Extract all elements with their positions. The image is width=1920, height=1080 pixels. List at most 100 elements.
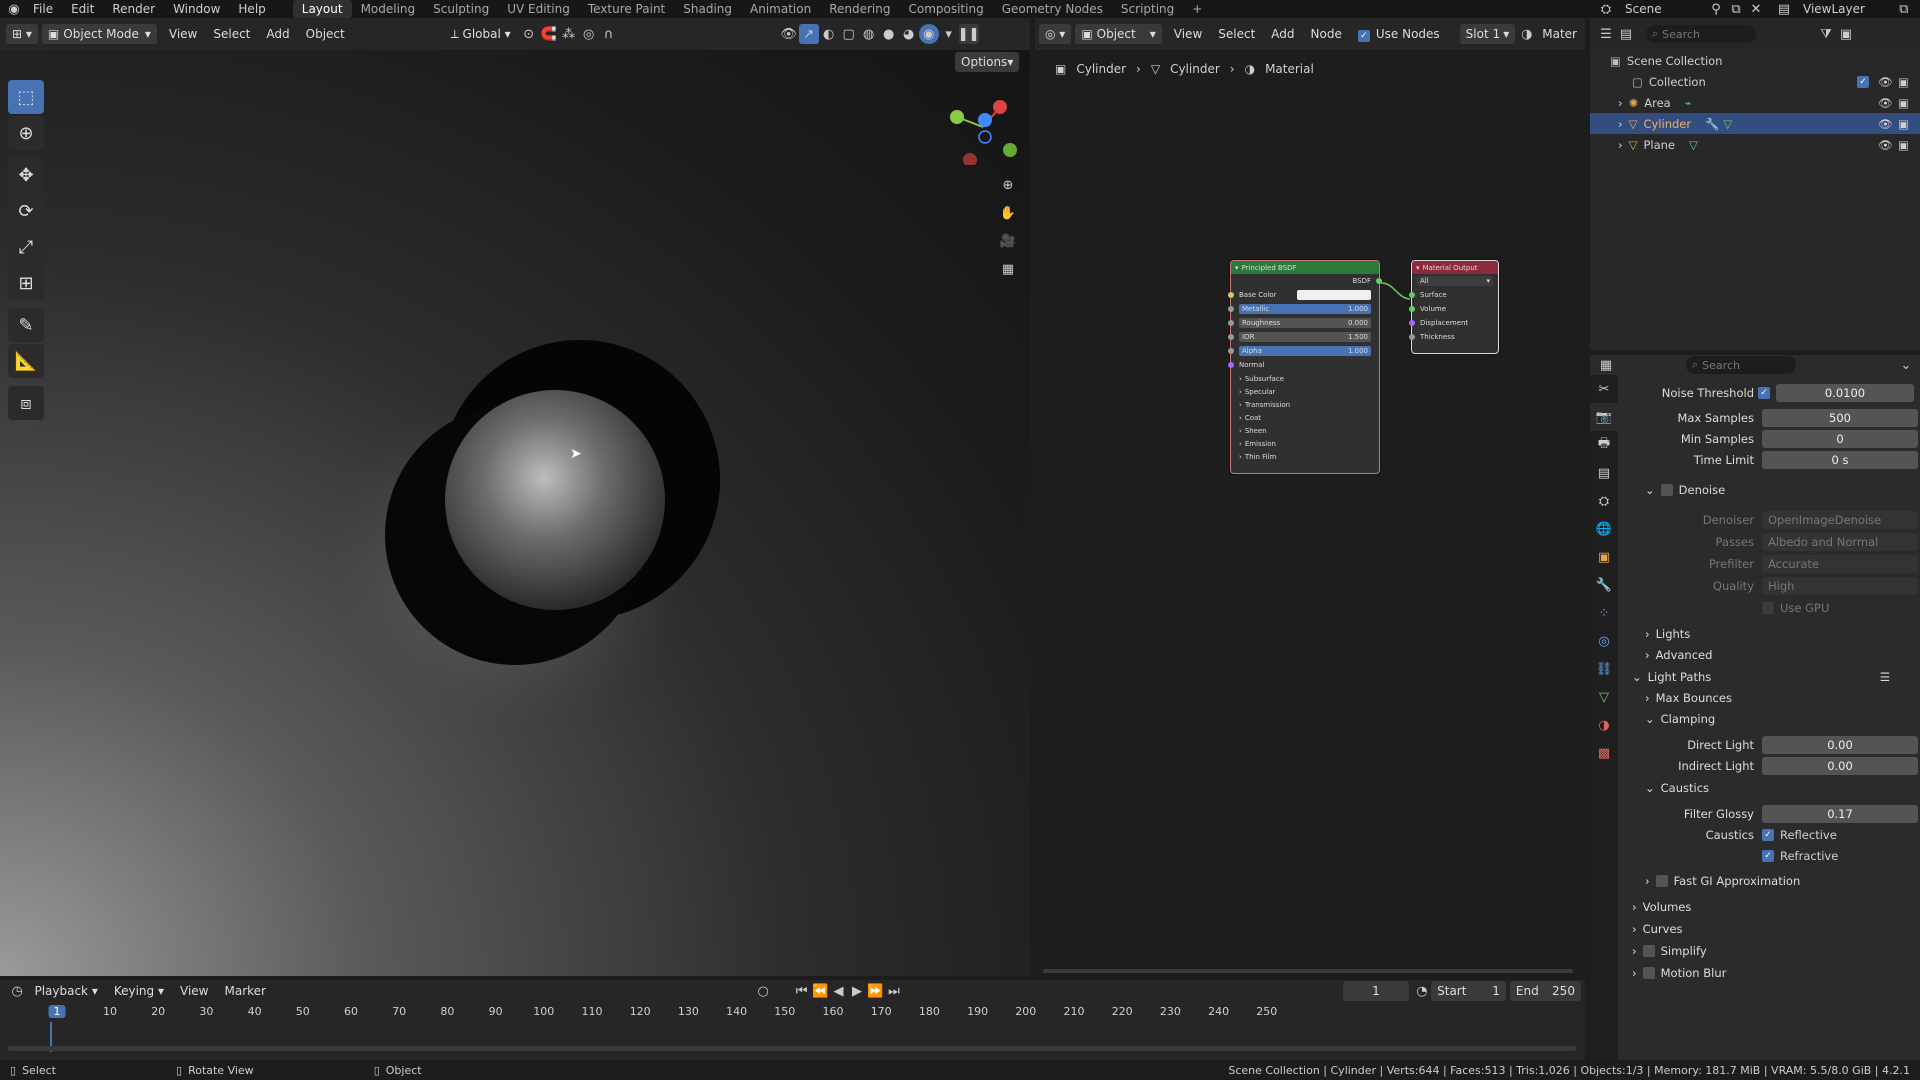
auto-key-icon[interactable]: ○ xyxy=(754,981,772,1001)
collection-exclude-checkbox[interactable]: ✓ xyxy=(1857,75,1869,88)
eye-icon[interactable]: 👁 xyxy=(1878,75,1893,89)
output-target-dropdown[interactable]: All ▾ xyxy=(1417,276,1493,286)
camera-view-icon[interactable]: 🎥 xyxy=(998,231,1018,251)
keying-menu[interactable]: Keying ▾ xyxy=(106,984,172,998)
delete-view-layer-icon[interactable]: ✕ xyxy=(1914,0,1920,19)
denoiser-dropdown[interactable]: OpenImageDenoise xyxy=(1762,511,1918,529)
rotate-tool[interactable]: ⟳ xyxy=(8,194,44,228)
outliner-row-area[interactable]: › ✺ Area ⌁ 👁 ▣ xyxy=(1590,92,1920,113)
node-menu-add[interactable]: Add xyxy=(1263,27,1302,41)
bsdf-node-header[interactable]: ▾ Principled BSDF xyxy=(1231,261,1379,274)
properties-editor-icon[interactable]: ▦ xyxy=(1596,355,1616,375)
principled-bsdf-node[interactable]: ▾ Principled BSDF BSDF Base Color Metalli… xyxy=(1228,260,1382,474)
displacement-socket[interactable] xyxy=(1409,320,1415,326)
material-icon[interactable]: ◑ xyxy=(1519,24,1534,44)
node-editor-scrollbar[interactable] xyxy=(1043,969,1573,973)
play-icon[interactable]: ▶ xyxy=(848,981,866,1001)
perspective-grid-icon[interactable]: ▦ xyxy=(998,259,1018,279)
material-selector[interactable]: Mater xyxy=(1534,27,1585,41)
timeline-view-menu[interactable]: View xyxy=(172,984,216,998)
falloff-icon[interactable]: ∩ xyxy=(599,24,619,44)
particles-tab-icon[interactable]: ⁘ xyxy=(1590,599,1618,627)
menu-file[interactable]: File xyxy=(24,0,62,18)
tool-tab-icon[interactable]: ✂ xyxy=(1590,375,1618,403)
move-tool[interactable]: ✥ xyxy=(8,158,44,192)
subsurface-panel[interactable]: › Subsurface xyxy=(1231,372,1379,385)
metallic-socket[interactable] xyxy=(1228,306,1234,312)
fast-gi-checkbox[interactable] xyxy=(1655,875,1668,887)
menu-window[interactable]: Window xyxy=(164,0,229,18)
physics-tab-icon[interactable]: ◎ xyxy=(1590,627,1618,655)
passes-dropdown[interactable]: Albedo and Normal xyxy=(1762,533,1918,551)
wireframe-shading-icon[interactable]: ◍ xyxy=(859,24,879,44)
pivot-icon[interactable]: ⊙ xyxy=(519,24,539,44)
tab-shading[interactable]: Shading xyxy=(674,0,741,18)
pause-render-icon[interactable]: ❚❚ xyxy=(958,24,980,44)
xray-icon[interactable]: ▢ xyxy=(839,24,859,44)
proportional-edit-icon[interactable]: ◎ xyxy=(579,24,599,44)
advanced-panel-header[interactable]: › Advanced xyxy=(1645,644,1712,666)
tab-modeling[interactable]: Modeling xyxy=(352,0,425,18)
clock-icon[interactable]: ◔ xyxy=(1413,981,1431,1001)
menu-edit[interactable]: Edit xyxy=(62,0,103,18)
node-menu-view[interactable]: View xyxy=(1166,27,1210,41)
current-frame-field[interactable]: 1 xyxy=(1343,981,1409,1001)
timeline-scrollbar[interactable] xyxy=(8,1046,1576,1051)
timeline[interactable]: ◷ Playback ▾ Keying ▾ View Marker ○ ⏮ ⏪ … xyxy=(0,980,1585,1060)
presets-list-icon[interactable]: ☰ xyxy=(1880,670,1890,684)
rendered-shading-icon[interactable]: ◉ xyxy=(918,24,939,44)
end-frame-field[interactable]: End 250 xyxy=(1509,981,1581,1001)
tab-layout[interactable]: Layout xyxy=(292,0,352,18)
node-editor[interactable]: ▣ Cylinder › ▽ Cylinder › ◑ Material ▾ Pr… xyxy=(1035,50,1585,976)
roughness-slider[interactable]: Roughness 0.000 xyxy=(1239,318,1371,328)
add-workspace-button[interactable]: + xyxy=(1183,0,1211,18)
collapse-icon[interactable]: ▾ xyxy=(1235,264,1239,272)
tab-compositing[interactable]: Compositing xyxy=(899,0,992,18)
outliner-row-plane[interactable]: › ▽ Plane ▽ 👁 ▣ xyxy=(1590,134,1920,155)
surface-socket[interactable] xyxy=(1409,292,1415,298)
base-color-swatch[interactable] xyxy=(1297,290,1371,300)
clamping-panel-header[interactable]: ⌄ Clamping xyxy=(1645,708,1715,730)
viewport-menu-add[interactable]: Add xyxy=(258,27,297,41)
node-menu-select[interactable]: Select xyxy=(1210,27,1263,41)
constraints-tab-icon[interactable]: ⛓ xyxy=(1590,655,1618,683)
ior-slider[interactable]: IOR 1.500 xyxy=(1239,332,1371,342)
denoise-checkbox[interactable] xyxy=(1660,484,1673,496)
chevron-right-icon[interactable]: › xyxy=(1618,96,1623,110)
outliner-row-cylinder[interactable]: › ▽ Cylinder 🔧 ▽ 👁 ▣ xyxy=(1590,113,1920,134)
solid-shading-icon[interactable]: ● xyxy=(879,24,899,44)
camera-icon[interactable]: ▣ xyxy=(1898,138,1909,152)
volume-socket[interactable] xyxy=(1409,306,1415,312)
camera-icon[interactable]: ▣ xyxy=(1898,75,1909,89)
eye-icon[interactable]: 👁 xyxy=(1878,138,1893,152)
caustics-panel-header[interactable]: ⌄ Caustics xyxy=(1645,777,1709,799)
playback-menu[interactable]: Playback ▾ xyxy=(26,984,105,998)
viewport-menu-select[interactable]: Select xyxy=(205,27,258,41)
output-tab-icon[interactable]: 🖶 xyxy=(1590,431,1618,459)
modifier-tab-icon[interactable]: 🔧 xyxy=(1590,571,1618,599)
data-tab-icon[interactable]: ▽ xyxy=(1590,683,1618,711)
eye-icon[interactable]: 👁 xyxy=(1878,96,1893,110)
transform-tool[interactable]: ⊞ xyxy=(8,266,44,300)
output-node-header[interactable]: ▾ Material Output xyxy=(1412,261,1498,274)
node-menu-node[interactable]: Node xyxy=(1303,27,1350,41)
time-limit-field[interactable]: 0 s xyxy=(1762,451,1918,469)
view-layer-selector[interactable]: ViewLayer xyxy=(1794,0,1874,18)
alpha-socket[interactable] xyxy=(1228,348,1234,354)
filter-glossy-field[interactable]: 0.17 xyxy=(1762,805,1918,823)
motion-blur-checkbox[interactable] xyxy=(1642,967,1655,979)
use-nodes-checkbox[interactable]: ✓ xyxy=(1357,29,1370,42)
tab-uv-editing[interactable]: UV Editing xyxy=(498,0,579,18)
eye-icon[interactable]: 👁 xyxy=(1878,117,1893,131)
refractive-checkbox[interactable]: ✓ xyxy=(1762,850,1774,862)
tab-sculpting[interactable]: Sculpting xyxy=(424,0,498,18)
tab-texture-paint[interactable]: Texture Paint xyxy=(579,0,674,18)
pan-hand-icon[interactable]: ✋ xyxy=(998,203,1018,223)
marker-menu[interactable]: Marker xyxy=(216,984,273,998)
sheen-panel[interactable]: › Sheen xyxy=(1231,424,1379,437)
coat-panel[interactable]: › Coat xyxy=(1231,411,1379,424)
viewport-menu-view[interactable]: View xyxy=(161,27,205,41)
overlay-icon[interactable]: ◐ xyxy=(819,24,839,44)
mode-dropdown[interactable]: ▣ Object Mode ▾ xyxy=(41,24,157,44)
camera-icon[interactable]: ▣ xyxy=(1898,117,1909,131)
